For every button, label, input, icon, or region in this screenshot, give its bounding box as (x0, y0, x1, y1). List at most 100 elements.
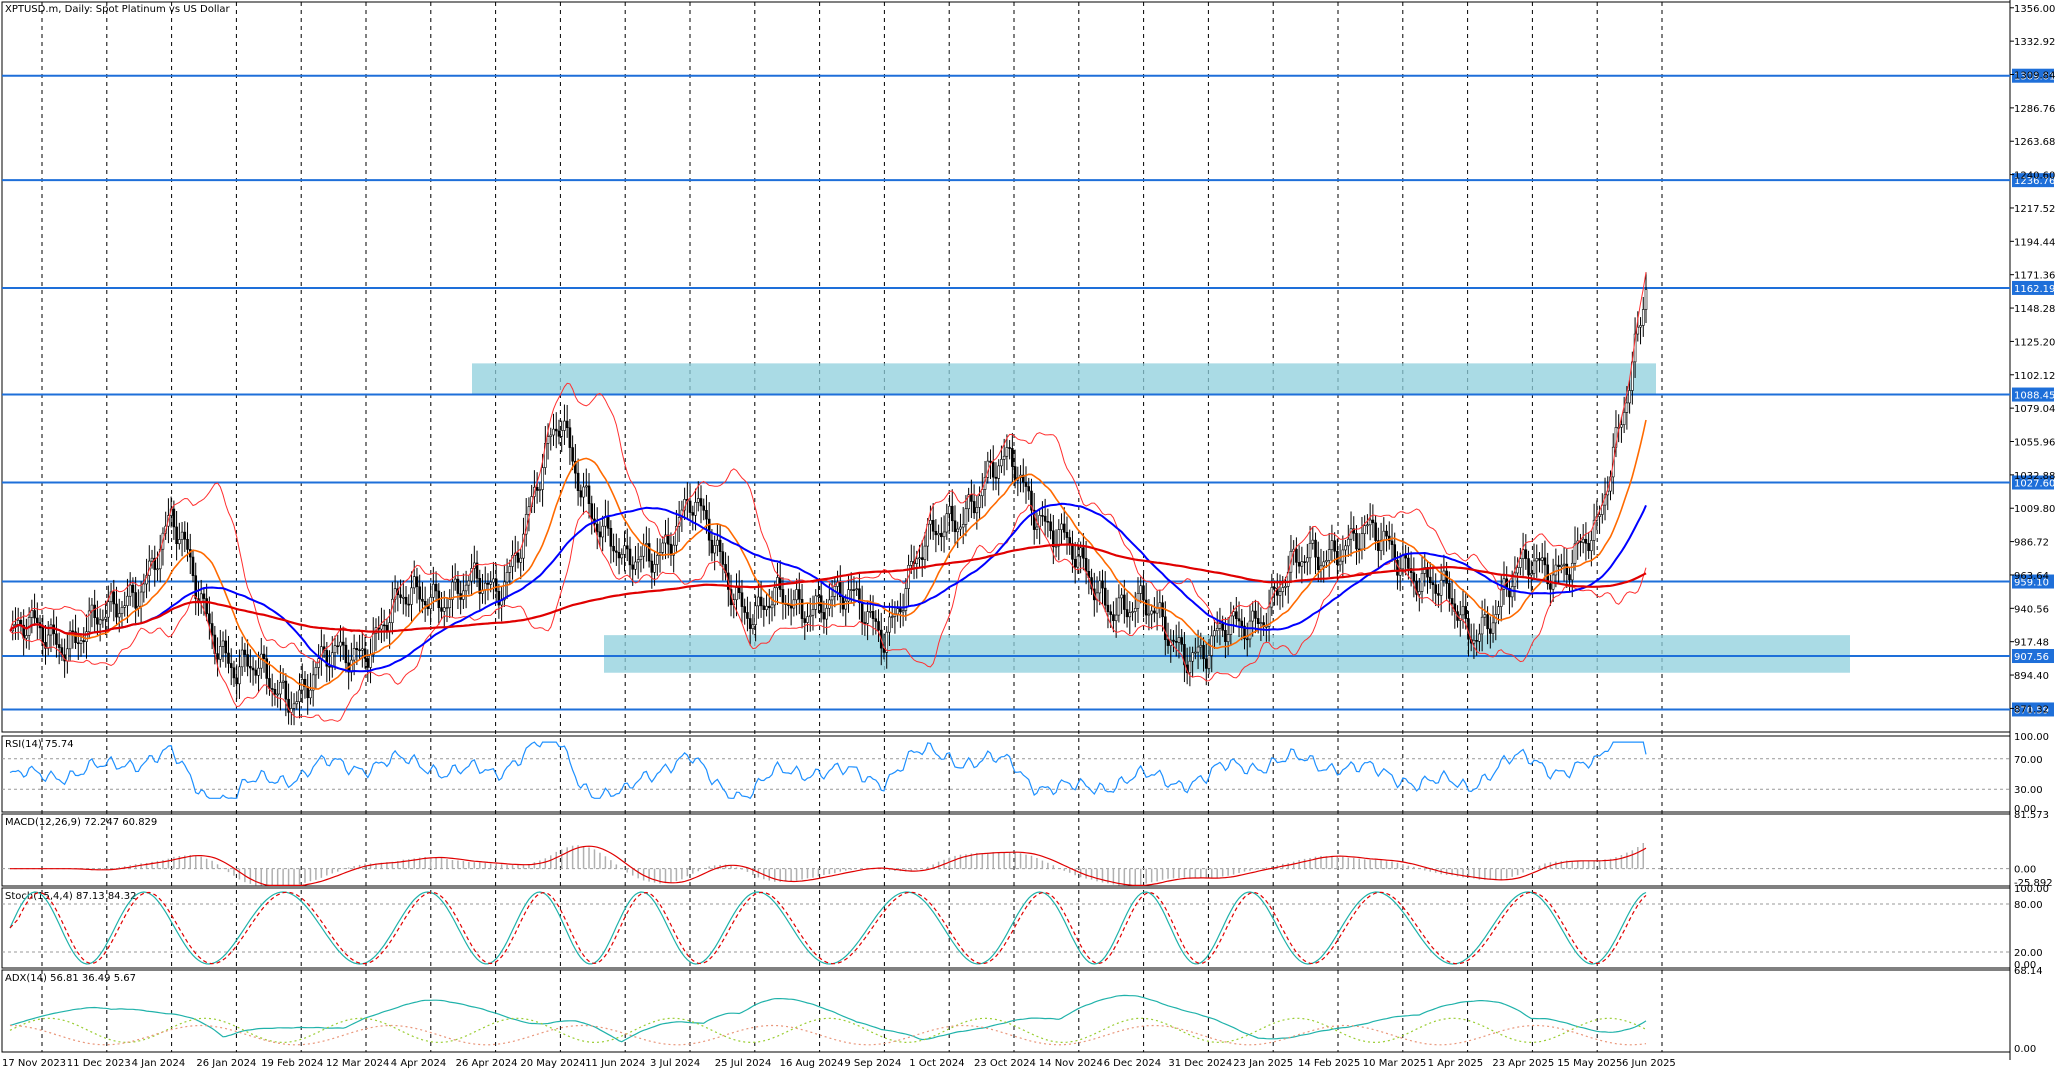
candle-body (249, 665, 252, 669)
candle-body (1177, 637, 1181, 643)
candle-body (341, 641, 345, 646)
candle-body (208, 613, 211, 624)
candle-body (172, 508, 176, 528)
candle-body (535, 486, 539, 491)
candle-body (1437, 593, 1440, 596)
candle-body (1153, 610, 1156, 614)
candle-body (175, 526, 178, 545)
candle-body (1076, 555, 1080, 568)
candle-body (647, 543, 651, 562)
candle-body (281, 680, 285, 683)
candle-body (609, 527, 613, 547)
candle-body (650, 560, 654, 573)
candle-body (57, 644, 61, 648)
candle-body (82, 640, 86, 642)
y-tick-label: 1009.80 (2014, 504, 2055, 515)
candle-body (1382, 530, 1386, 541)
candle-body (1554, 564, 1558, 576)
candle-body (1035, 526, 1039, 530)
indicator-label: MACD(12,26,9) 72.247 60.829 (5, 817, 157, 828)
candle-body (1027, 486, 1031, 492)
candle-body (617, 552, 621, 559)
candle-body (139, 591, 143, 607)
candle-body (767, 605, 771, 609)
candle-body (246, 654, 249, 667)
x-tick-label: 19 Feb 2024 (261, 1058, 323, 1069)
candle-body (956, 528, 960, 533)
y-tick-label: 1263.68 (2014, 137, 2055, 148)
candle-body (1560, 564, 1563, 568)
x-tick-label: 1 Oct 2024 (909, 1058, 964, 1069)
candle-body (1172, 639, 1175, 642)
level-badge-label: 1088.45 (2014, 391, 2055, 402)
x-tick-label: 23 Jan 2025 (1233, 1058, 1293, 1069)
candle-body (123, 605, 127, 608)
candle-body (645, 543, 648, 545)
candle-body (1125, 609, 1129, 618)
candle-body (336, 645, 340, 648)
candle-body (489, 581, 492, 585)
candle-body (284, 680, 288, 700)
candle-body (1308, 542, 1312, 559)
candle-body (989, 460, 992, 463)
candle-body (931, 519, 935, 532)
candle-body (874, 618, 878, 622)
indicator-y-tick-label: 20.00 (2014, 948, 2043, 959)
candle-body (66, 648, 69, 662)
candle-body (333, 645, 337, 654)
candle-body (852, 589, 856, 591)
indicator-y-tick-label: 100.00 (2014, 884, 2049, 895)
candle-body (483, 582, 487, 591)
candle-body (1565, 563, 1569, 575)
candle-body (494, 578, 498, 592)
candle-body (863, 622, 867, 624)
candle-body (1041, 515, 1044, 517)
candle-body (1084, 557, 1088, 572)
candle-body (1046, 521, 1050, 523)
candle-body (923, 545, 927, 560)
candle-body (877, 621, 880, 631)
candle-body (418, 586, 421, 600)
candle-body (1079, 547, 1082, 557)
candle-body (1005, 447, 1009, 457)
candle-body (1418, 591, 1421, 595)
chart-background (0, 0, 2056, 1073)
candle-body (371, 633, 375, 656)
candle-body (1011, 448, 1014, 467)
candle-body (295, 701, 299, 705)
candle-body (1390, 540, 1394, 545)
candle-body (634, 561, 637, 570)
candle-body (270, 688, 274, 690)
candle-body (1355, 532, 1358, 550)
candle-body (1281, 587, 1285, 592)
candle-body (1194, 651, 1197, 654)
candle-body (1636, 326, 1640, 335)
candle-body (183, 531, 187, 540)
x-tick-label: 12 Mar 2024 (326, 1058, 389, 1069)
indicator-y-tick-label: 80.00 (2014, 900, 2043, 911)
candle-body (1174, 641, 1178, 643)
indicator-y-tick-label: 30.00 (2014, 785, 2043, 796)
price-chart[interactable]: 1309.011236.761162.191088.451027.60959.1… (0, 0, 2056, 1073)
candle-body (1150, 610, 1153, 615)
candle-body (156, 568, 159, 571)
candle-body (1385, 530, 1388, 537)
indicator-y-tick-label: 100.00 (2014, 732, 2049, 743)
candle-body (464, 584, 468, 592)
candle-body (1472, 640, 1476, 644)
candle-body (1532, 560, 1536, 574)
candle-body (1202, 645, 1205, 660)
candle-body (1598, 514, 1601, 517)
candle-body (180, 531, 184, 540)
candle-body (101, 618, 105, 621)
candle-body (757, 596, 760, 607)
candle-body (964, 508, 968, 525)
x-tick-label: 26 Apr 2024 (456, 1058, 518, 1069)
candle-body (120, 607, 124, 614)
candle-body (642, 544, 645, 557)
candle-body (361, 648, 364, 651)
candle-body (1478, 633, 1481, 642)
candle-body (1401, 554, 1405, 570)
x-tick-label: 4 Jan 2024 (132, 1058, 186, 1069)
candle-body (33, 610, 36, 619)
